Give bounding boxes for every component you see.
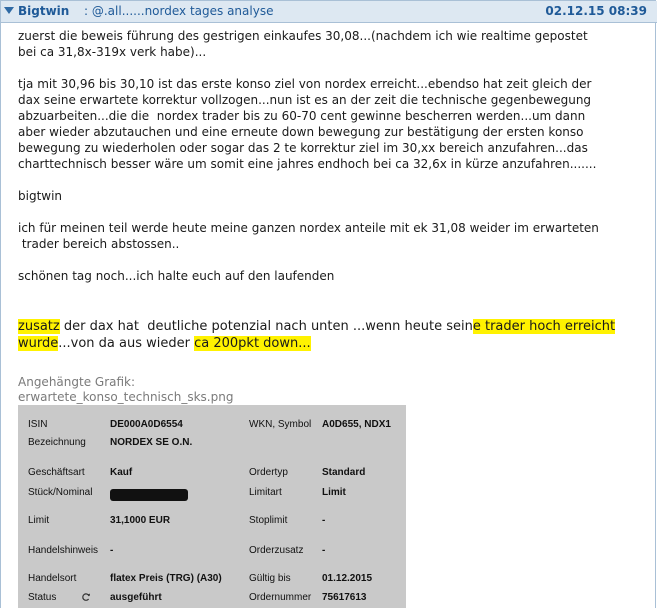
signature: bigtwin bbox=[18, 189, 63, 203]
status-label: Status bbox=[28, 592, 57, 603]
handelsort-label: Handelsort bbox=[28, 573, 77, 584]
wkn-value: A0D655, NDX1 bbox=[322, 419, 391, 430]
isin-value: DE000A0D6554 bbox=[110, 419, 183, 430]
isin-label: ISIN bbox=[28, 419, 48, 430]
paragraph-3: ich für meinen teil werde heute meine ga… bbox=[18, 221, 599, 251]
status-value: ausgeführt bbox=[110, 592, 162, 603]
paragraph-5-text-2: ...von da aus wieder bbox=[58, 336, 195, 351]
bezeichnung-label: Bezeichnung bbox=[28, 437, 86, 448]
gueltig-value: 01.12.2015 bbox=[322, 573, 373, 584]
attachment-title: Angehängte Grafik: bbox=[18, 375, 136, 389]
author-link[interactable]: Bigtwin bbox=[18, 4, 69, 18]
post-subject: : @.all......nordex tages analyse bbox=[84, 4, 274, 18]
ordernummer-value: 75617613 bbox=[322, 592, 367, 603]
stueck-label: Stück/Nominal bbox=[28, 487, 93, 498]
order-image: ISIN DE000A0D6554 WKN, Symbol A0D655, ND… bbox=[18, 405, 406, 608]
ordernummer-label: Ordernummer bbox=[249, 592, 312, 603]
gueltig-label: Gültig bis bbox=[249, 573, 291, 584]
wkn-label: WKN, Symbol bbox=[249, 419, 312, 430]
post-header: Bigtwin : @.all......nordex tages analys… bbox=[1, 1, 657, 23]
ordertyp-value: Standard bbox=[322, 467, 366, 478]
refresh-icon bbox=[82, 593, 90, 601]
handelshinweis-label: Handelshinweis bbox=[28, 545, 99, 556]
limit-label: Limit bbox=[28, 515, 50, 526]
geschaeftsart-label: Geschäftsart bbox=[28, 467, 85, 478]
stoplimit-value: - bbox=[322, 515, 326, 526]
paragraph-5-text: der dax hat deutliche potenzial nach unt… bbox=[59, 319, 473, 334]
orderzusatz-label: Orderzusatz bbox=[249, 545, 304, 556]
paragraph-2: tja mit 30,96 bis 30,10 ist das erste ko… bbox=[18, 77, 597, 171]
collapse-arrow-icon[interactable] bbox=[4, 7, 14, 14]
handelshinweis-value: - bbox=[110, 545, 114, 556]
highlight-wurde: wurde bbox=[18, 336, 59, 351]
post-date: 02.12.15 08:39 bbox=[545, 4, 647, 18]
handelsort-value: flatex Preis (TRG) (A30) bbox=[110, 573, 222, 584]
stoplimit-label: Stoplimit bbox=[249, 515, 288, 526]
bezeichnung-value: NORDEX SE O.N. bbox=[110, 437, 193, 448]
limitart-label: Limitart bbox=[249, 487, 282, 498]
paragraph-4: schönen tag noch...ich halte euch auf de… bbox=[18, 269, 335, 283]
limitart-value: Limit bbox=[322, 487, 346, 498]
highlight-trader-hoch: e trader hoch erreicht bbox=[472, 319, 616, 334]
highlight-200pkt: ca 200pkt down... bbox=[194, 336, 311, 351]
attachment-filename[interactable]: erwartete_konso_technisch_sks.png bbox=[18, 389, 233, 405]
redaction-bar bbox=[110, 489, 188, 501]
ordertyp-label: Ordertyp bbox=[249, 467, 288, 478]
orderzusatz-value: - bbox=[322, 545, 326, 556]
highlight-zusatz: zusatz bbox=[18, 319, 60, 334]
limit-value: 31,1000 EUR bbox=[110, 515, 171, 526]
geschaeftsart-value: Kauf bbox=[110, 467, 133, 478]
paragraph-5: zusatz der dax hat deutliche potenzial n… bbox=[18, 318, 616, 352]
paragraph-1: zuerst die beweis führung des gestrigen … bbox=[18, 29, 588, 59]
